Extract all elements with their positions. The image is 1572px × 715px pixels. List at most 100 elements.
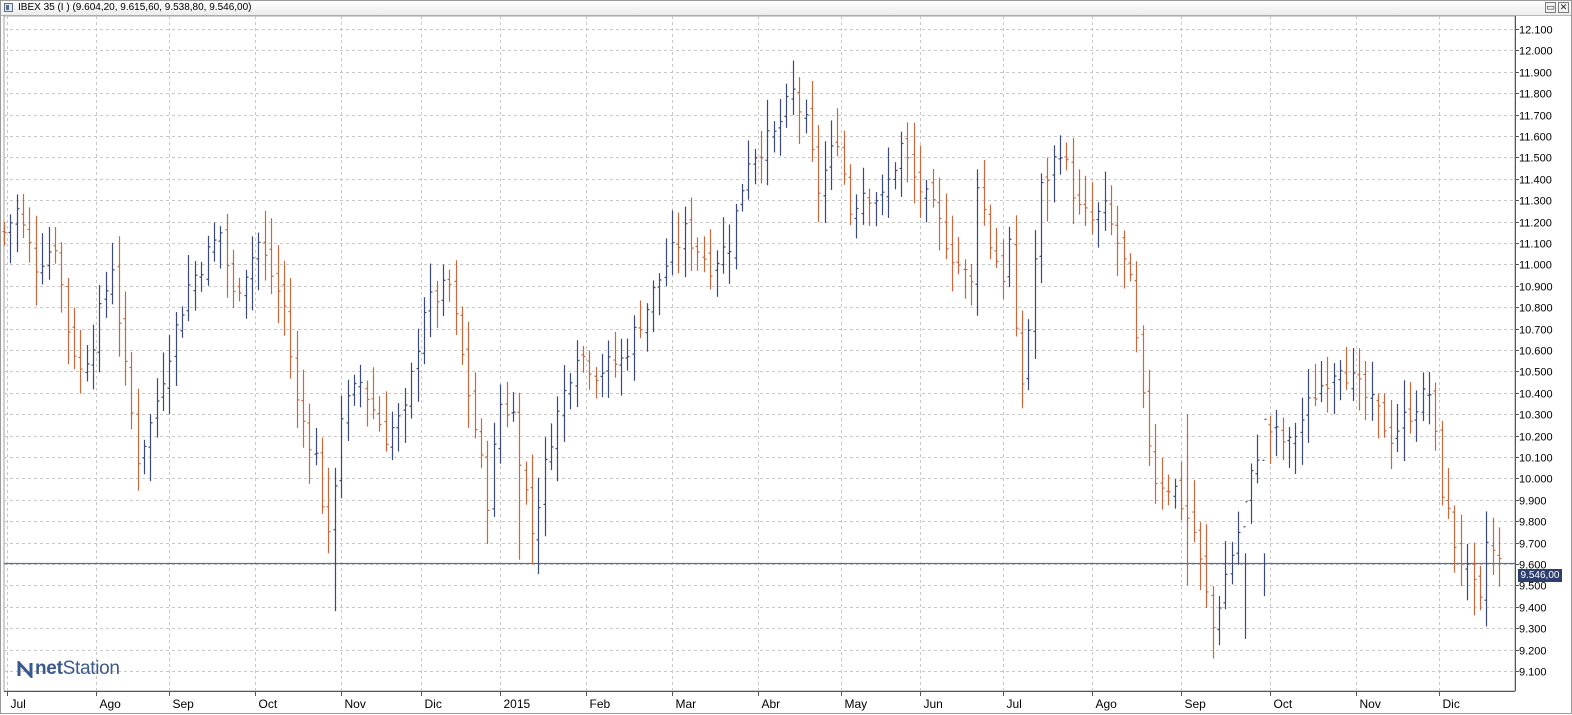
ohlc-bar	[848, 164, 853, 226]
ohlc-bar	[549, 423, 554, 471]
ohlc-bar	[1147, 369, 1152, 466]
ohlc-bar	[784, 83, 789, 128]
ohlc-bar	[199, 261, 204, 292]
ohlc-bar	[524, 461, 529, 505]
y-tick-label: 9.300	[1519, 624, 1547, 636]
ohlc-bar	[969, 263, 974, 306]
ohlc-bar	[823, 141, 828, 224]
ohlc-bar	[1185, 414, 1190, 586]
ohlc-bar	[505, 381, 510, 428]
y-tick-label: 10.900	[1519, 282, 1553, 294]
ohlc-bar	[295, 330, 300, 429]
ohlc-bar	[912, 122, 917, 204]
x-tick-label: Jul	[11, 697, 26, 711]
ohlc-bar	[587, 350, 592, 390]
x-tick-label: 2015	[504, 697, 531, 711]
ohlc-bar	[97, 285, 102, 373]
ohlc-bar	[880, 174, 885, 216]
ohlc-bar	[40, 233, 45, 285]
ohlc-bar	[982, 159, 987, 226]
y-tick-label: 11.000	[1519, 260, 1552, 272]
ohlc-bar	[193, 261, 198, 311]
y-tick-label: 12.000	[1519, 46, 1553, 58]
ohlc-bar	[759, 130, 764, 184]
ohlc-bar	[1459, 514, 1464, 587]
ohlc-bar	[645, 303, 650, 352]
ohlc-bar	[530, 454, 535, 565]
ohlc-bar	[1115, 205, 1120, 276]
ohlc-bar	[110, 242, 115, 305]
ohlc-bar	[899, 131, 904, 197]
ohlc-bar	[1001, 239, 1006, 300]
ohlc-bar	[1096, 202, 1101, 248]
ohlc-bar	[365, 380, 370, 427]
ohlc-bar	[377, 396, 382, 432]
x-tick-label: Sep	[173, 697, 195, 711]
ohlc-bar	[1497, 527, 1502, 587]
netstation-logo-icon	[17, 660, 33, 678]
y-tick-label: 10.200	[1519, 432, 1553, 444]
ohlc-bar	[390, 411, 395, 461]
ohlc-bar	[466, 321, 471, 428]
ohlc-bar	[326, 467, 331, 554]
last-price-label: 9.546,00	[1518, 569, 1562, 582]
ohlc-bar	[695, 237, 700, 271]
ohlc-bar	[1446, 467, 1451, 519]
ohlc-bar	[555, 396, 560, 482]
ohlc-bar	[956, 236, 961, 275]
ohlc-bar	[1052, 145, 1057, 203]
ohlc-bar	[2, 221, 7, 246]
ohlc-bar	[1173, 479, 1178, 509]
ohlc-bar	[59, 242, 64, 313]
ohlc-bar	[651, 280, 656, 333]
y-tick-label: 11.600	[1519, 132, 1552, 144]
ohlc-bar	[250, 236, 255, 311]
ohlc-bar	[810, 80, 815, 162]
ohlc-bar	[1033, 230, 1038, 360]
ohlc-bar	[72, 307, 77, 370]
y-tick-label: 10.000	[1519, 474, 1553, 486]
ohlc-bar	[1293, 422, 1298, 474]
y-tick-label: 11.800	[1519, 89, 1552, 101]
y-tick-label: 11.200	[1519, 218, 1552, 230]
ohlc-bar	[384, 391, 389, 452]
ohlc-bar	[1478, 565, 1483, 611]
ohlc-bar	[1274, 409, 1279, 457]
ohlc-bar	[511, 392, 516, 422]
ohlc-bar	[225, 213, 230, 298]
ohlc-bar	[47, 226, 52, 280]
ohlc-bar	[1026, 319, 1031, 391]
ohlc-bar	[8, 214, 13, 264]
y-tick-label: 10.800	[1519, 303, 1553, 315]
ohlc-bar	[721, 217, 726, 274]
ohlc-bar	[263, 210, 268, 281]
ohlc-bar	[931, 168, 936, 208]
ohlc-bar	[1077, 169, 1082, 215]
x-tick-label: Ago	[100, 697, 122, 711]
ohlc-bar	[320, 437, 325, 514]
ohlc-bar	[396, 403, 401, 452]
ohlc-bar	[600, 353, 605, 398]
ohlc-bar	[606, 340, 611, 398]
ohlc-bar	[1211, 586, 1216, 659]
ohlc-bar	[244, 269, 249, 319]
ohlc-bar	[568, 373, 573, 410]
ohlc-bar	[1408, 382, 1413, 434]
ohlc-bar	[937, 177, 942, 251]
ohlc-bar	[1192, 480, 1197, 543]
ohlc-bar	[167, 335, 172, 415]
ohlc-bar	[886, 147, 891, 218]
ohlc-bar	[1319, 360, 1324, 403]
ohlc-bar	[1262, 418, 1267, 597]
y-tick-label: 9.100	[1519, 667, 1547, 679]
x-tick-label: Jul	[1007, 697, 1022, 711]
x-tick-label: Nov	[345, 697, 366, 711]
ohlc-bar	[1243, 501, 1248, 639]
ohlc-bar	[1249, 463, 1254, 524]
y-tick-label: 9.700	[1519, 539, 1547, 551]
ohlc-bar	[924, 179, 929, 223]
price-chart[interactable]: 12.100 12.000 11.900 11.800 11.700 11.600 11.5…	[1, 1, 1572, 715]
ohlc-bar	[333, 467, 338, 612]
x-tick-label: Nov	[1360, 697, 1381, 711]
ohlc-bar	[314, 428, 319, 466]
